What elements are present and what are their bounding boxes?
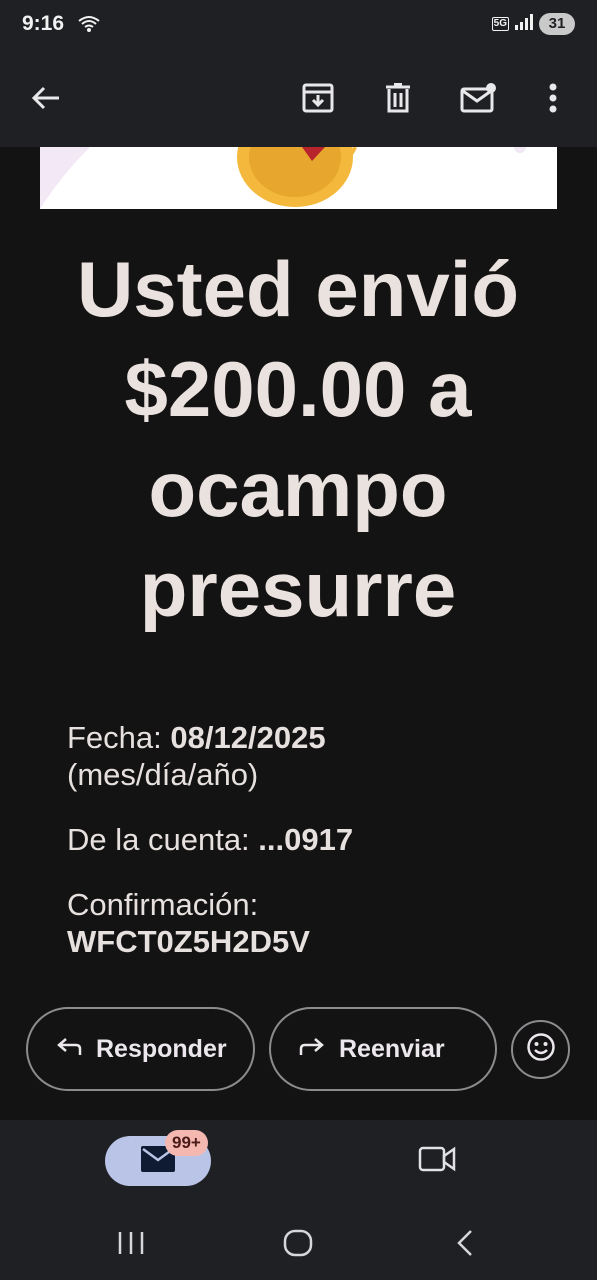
reply-icon [56, 1035, 82, 1064]
battery-icon: 31 [539, 13, 575, 35]
confirmation-line: Confirmación: WFCT0Z5H2D5V [67, 886, 547, 960]
mail-unread-badge: 99+ [165, 1130, 208, 1156]
network-type: 5G [491, 17, 509, 31]
reply-label: Responder [96, 1034, 227, 1063]
bottom-nav: 99+ [0, 1120, 597, 1206]
account-line: De la cuenta: ...0917 [67, 821, 547, 858]
email-headline: Usted envió $200.00 a ocampo presurre [76, 245, 520, 633]
mark-unread-icon[interactable] [456, 76, 500, 120]
back-arrow-icon[interactable] [24, 76, 68, 120]
wifi-icon [78, 14, 100, 39]
back-button[interactable] [440, 1226, 490, 1260]
reply-button[interactable]: Responder [26, 1007, 255, 1091]
status-time: 9:16 [22, 12, 65, 35]
account-label: De la cuenta: [67, 822, 250, 857]
transaction-details: Fecha: 08/12/2025 (mes/día/año) De la cu… [67, 719, 547, 988]
confirmation-label: Confirmación: [67, 887, 259, 922]
system-navigation-bar [0, 1206, 597, 1280]
forward-button[interactable]: Reenviar [269, 1007, 497, 1091]
date-label: Fecha: [67, 720, 162, 755]
date-line: Fecha: 08/12/2025 (mes/día/año) [67, 719, 547, 793]
home-button[interactable] [273, 1226, 323, 1260]
archive-icon[interactable] [296, 76, 340, 120]
status-bar: 9:16 5G 31 [0, 0, 597, 52]
signal-icon [515, 13, 533, 35]
app-bar [0, 52, 597, 147]
email-banner-image [40, 147, 557, 209]
smiley-icon [526, 1032, 556, 1067]
recents-button[interactable] [106, 1226, 156, 1260]
confirmation-value: WFCT0Z5H2D5V [67, 924, 310, 959]
more-vert-icon[interactable] [531, 76, 575, 120]
email-actions: Responder Reenviar [0, 1007, 597, 1095]
account-value: ...0917 [258, 822, 354, 857]
delete-icon[interactable] [376, 76, 420, 120]
date-format: (mes/día/año) [67, 757, 259, 792]
tab-meet[interactable] [412, 1140, 462, 1182]
forward-label: Reenviar [339, 1034, 445, 1063]
emoji-reaction-button[interactable] [511, 1020, 570, 1079]
forward-icon [299, 1035, 325, 1064]
date-value: 08/12/2025 [170, 720, 326, 755]
email-body: Usted envió $200.00 a ocampo presurre Fe… [24, 147, 572, 980]
video-camera-icon [418, 1145, 456, 1178]
